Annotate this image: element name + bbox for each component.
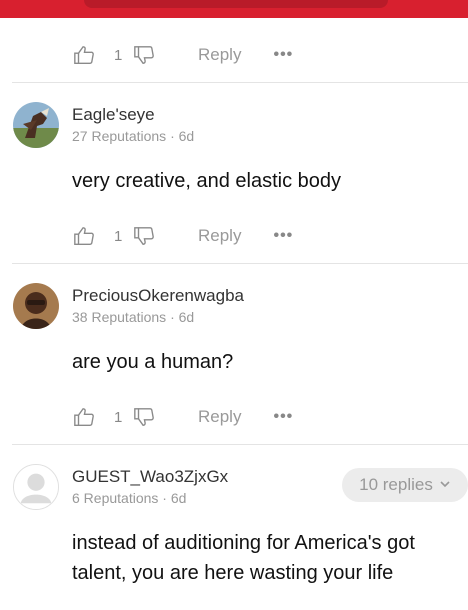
- header-bar-tab: [84, 0, 388, 8]
- more-options-icon[interactable]: •••: [273, 227, 293, 245]
- comment-username[interactable]: Eagle'seye: [72, 105, 155, 125]
- divider: [12, 444, 468, 445]
- like-count: 1: [114, 227, 123, 245]
- avatar[interactable]: [13, 464, 59, 510]
- divider: [12, 82, 468, 83]
- comment-meta: 27 Reputations · 6d: [72, 128, 195, 144]
- comment-age: 6d: [178, 309, 195, 325]
- view-replies-button[interactable]: 10 replies: [342, 468, 468, 502]
- like-count: 1: [114, 46, 123, 64]
- comment-text: very creative, and elastic body: [72, 170, 342, 192]
- comment-actions: 1 Reply •••: [72, 40, 293, 70]
- thumbs-down-icon[interactable]: [132, 224, 156, 248]
- reputation-count: 6 Reputations: [72, 490, 159, 506]
- chevron-down-icon: [439, 475, 451, 495]
- comment-age: 6d: [178, 128, 195, 144]
- replies-count-label: 10 replies: [359, 475, 433, 494]
- thumbs-up-icon[interactable]: [72, 224, 96, 248]
- divider: [12, 263, 468, 264]
- avatar[interactable]: [13, 102, 59, 148]
- thumbs-down-icon[interactable]: [132, 405, 156, 429]
- thumbs-down-icon[interactable]: [132, 43, 156, 67]
- more-options-icon[interactable]: •••: [273, 408, 293, 426]
- comment-age: 6d: [170, 490, 187, 506]
- reputation-count: 27 Reputations: [72, 128, 167, 144]
- comment-text: instead of auditioning for America's got…: [72, 532, 415, 584]
- thumbs-up-icon[interactable]: [72, 405, 96, 429]
- reputation-count: 38 Reputations: [72, 309, 167, 325]
- reply-button[interactable]: Reply: [198, 407, 241, 427]
- like-count: 1: [114, 408, 123, 426]
- comment-actions: 1 Reply •••: [72, 221, 293, 251]
- comment-meta: 38 Reputations · 6d: [72, 309, 195, 325]
- reply-button[interactable]: Reply: [198, 45, 241, 65]
- comment-actions: 1 Reply •••: [72, 402, 293, 432]
- comment-username[interactable]: GUEST_Wao3ZjxGx: [72, 467, 228, 487]
- comment-meta: 6 Reputations · 6d: [72, 490, 187, 506]
- more-options-icon[interactable]: •••: [273, 46, 293, 64]
- reply-button[interactable]: Reply: [198, 226, 241, 246]
- thumbs-up-icon[interactable]: [72, 43, 96, 67]
- comment-text: are you a human?: [72, 351, 234, 373]
- avatar[interactable]: [13, 283, 59, 329]
- header-bar: [0, 0, 468, 18]
- comment-username[interactable]: PreciousOkerenwagba: [72, 286, 244, 306]
